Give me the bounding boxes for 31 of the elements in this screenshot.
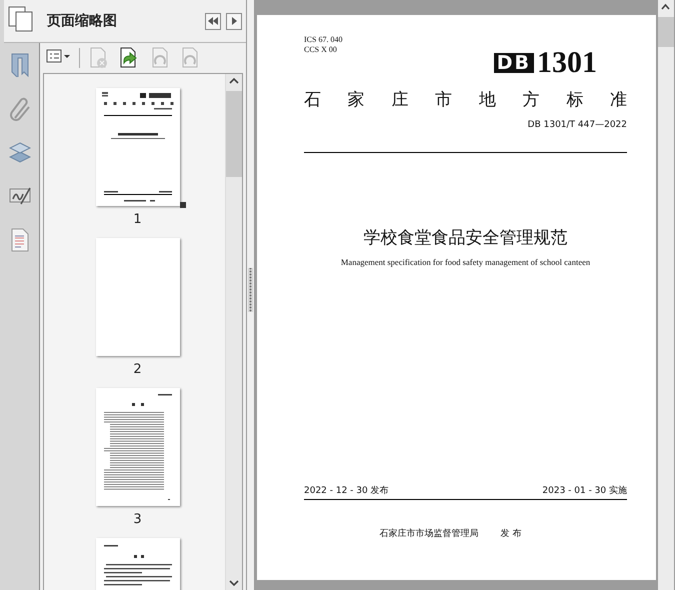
standard-category: 石家庄市地方标准 — [304, 90, 627, 110]
next-button[interactable] — [226, 12, 242, 30]
issue-date: 2022 - 12 - 30 发布 — [304, 484, 389, 497]
page-number: 1 — [133, 212, 142, 227]
publish-label: 发 布 — [500, 528, 522, 540]
scrollbar-thumb[interactable] — [226, 91, 242, 177]
collapse-button[interactable] — [205, 12, 221, 30]
paperclip-icon[interactable] — [8, 96, 30, 121]
page-number: 3 — [133, 512, 142, 527]
effective-date: 2023 - 01 - 30 实施 — [542, 484, 627, 497]
splitter-handle[interactable] — [246, 0, 255, 590]
standard-code: DB 1301/T 447—2022 — [526, 120, 627, 130]
page-number: 2 — [133, 362, 142, 377]
page-thumbnail[interactable] — [96, 88, 180, 206]
page-thumbnail[interactable] — [96, 238, 180, 356]
standard-logo-mark: DB — [494, 53, 534, 73]
ics-code: ICS 67. 040 — [304, 35, 344, 45]
arrow-right-icon — [230, 16, 238, 26]
ccs-code: CCS X 00 — [304, 45, 338, 55]
layers-icon[interactable] — [8, 140, 30, 165]
double-arrow-left-icon — [207, 16, 219, 26]
page-thumbnail[interactable] — [96, 388, 180, 506]
scrollbar-thumb[interactable] — [658, 17, 674, 47]
pages-icon — [8, 6, 34, 32]
panel-title: 页面缩略图 — [47, 12, 117, 30]
document-subtitle: Management specification for food safety management of school canteen — [340, 257, 592, 267]
publisher: 石家庄市市场监督管理局 — [380, 528, 479, 540]
page-icon[interactable] — [8, 228, 30, 253]
standard-logo-number: 1301 — [537, 49, 597, 77]
document-title: 学校食堂食品安全管理规范 — [362, 228, 568, 248]
bookmark-icon[interactable] — [8, 52, 30, 77]
